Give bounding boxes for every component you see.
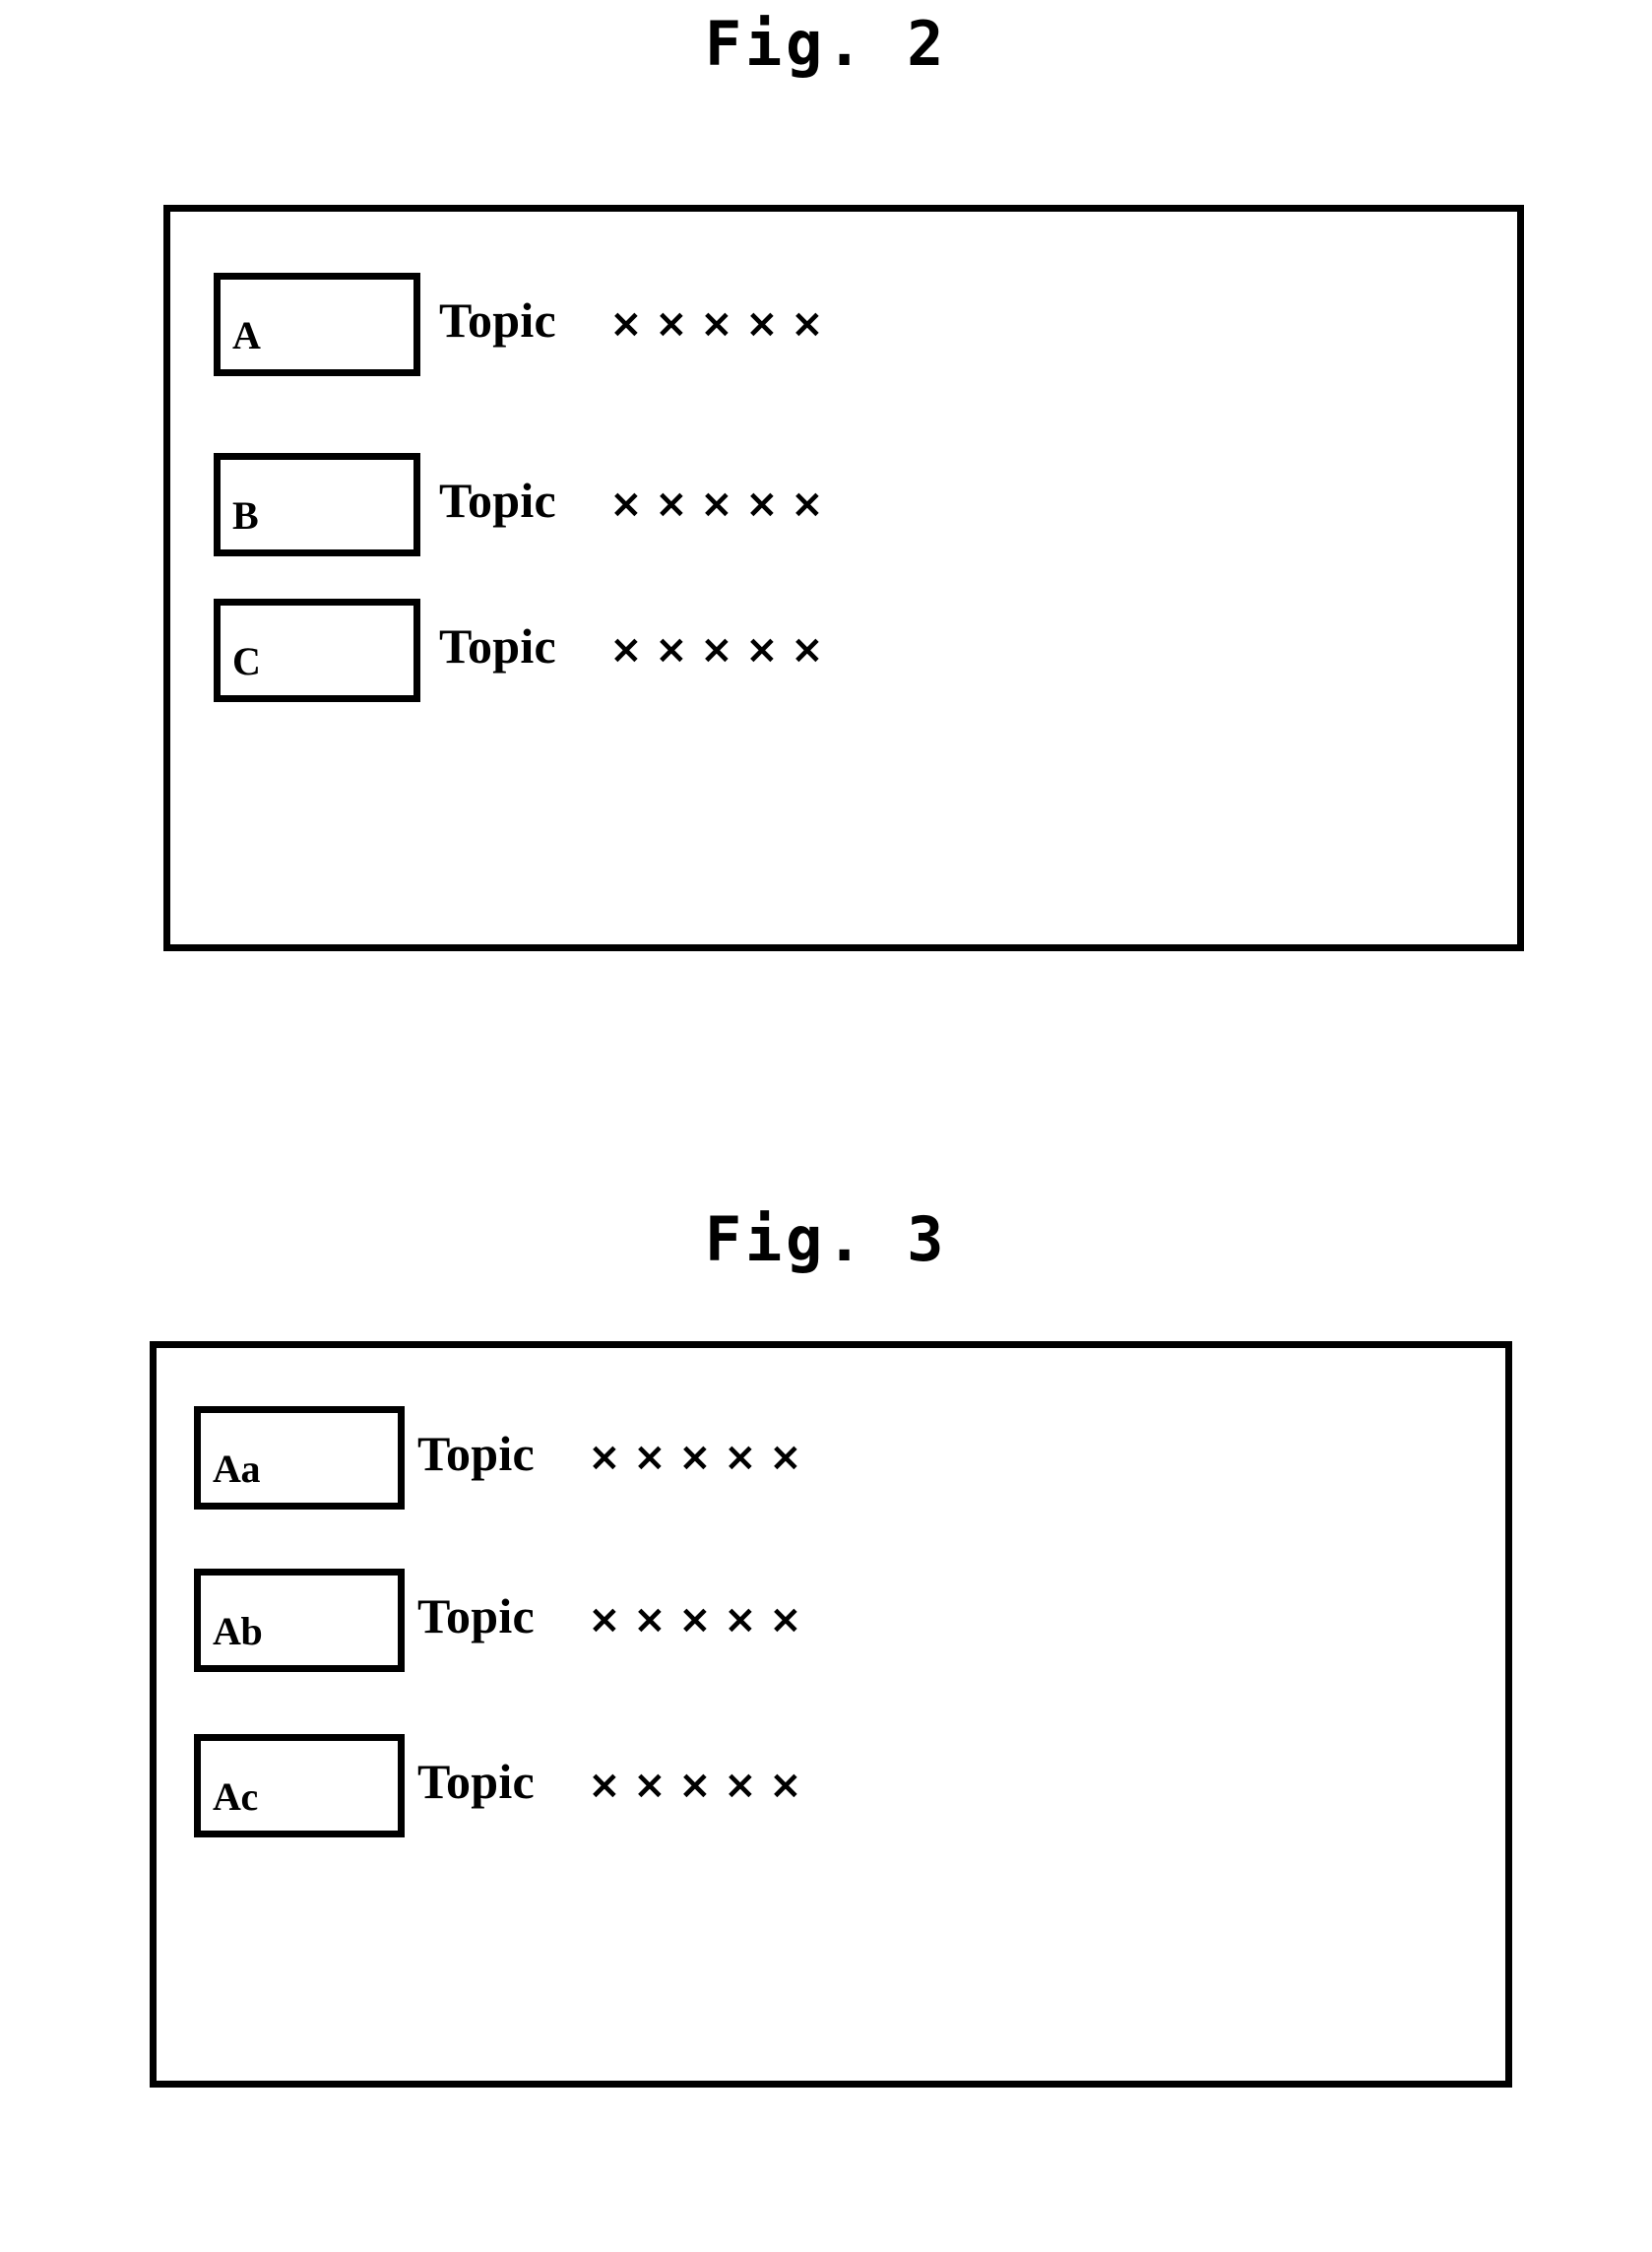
figure-3-item-label-ab: Ab	[213, 1609, 263, 1653]
figure-2-row-2: B Topic × × × × ×	[170, 453, 1517, 559]
figure-3-row-3-marks: × × × × ×	[582, 1758, 808, 1813]
cross-icon: ×	[700, 301, 733, 347]
cross-icon: ×	[678, 1597, 712, 1642]
cross-icon: ×	[700, 627, 733, 673]
cross-icon: ×	[678, 1763, 712, 1808]
cross-icon: ×	[588, 1763, 621, 1808]
figure-2-row-1-text: Topic × × × × ×	[439, 292, 830, 352]
figure-3-item-box-ab[interactable]: Ab	[194, 1569, 405, 1672]
cross-icon: ×	[745, 301, 779, 347]
cross-icon: ×	[791, 482, 824, 527]
cross-icon: ×	[633, 1763, 667, 1808]
cross-icon: ×	[724, 1763, 757, 1808]
cross-icon: ×	[678, 1435, 712, 1480]
figure-2-row-1-marks: × × × × ×	[604, 296, 830, 352]
figure-2-item-label-c: C	[232, 639, 261, 683]
figure-2-item-box-b[interactable]: B	[214, 453, 420, 556]
figure-3-row-1: Aa Topic × × × × ×	[157, 1406, 1505, 1512]
cross-icon: ×	[745, 627, 779, 673]
figure-2-topic-label-1: Topic	[439, 292, 556, 348]
cross-icon: ×	[769, 1597, 802, 1642]
figure-2-row-3: C Topic × × × × ×	[170, 599, 1517, 705]
figure-3-item-box-aa[interactable]: Aa	[194, 1406, 405, 1510]
cross-icon: ×	[655, 627, 688, 673]
cross-icon: ×	[609, 627, 643, 673]
cross-icon: ×	[745, 482, 779, 527]
cross-icon: ×	[588, 1435, 621, 1480]
figure-3-caption: Fig. 3	[704, 1203, 948, 1275]
figure-3-item-label-aa: Aa	[213, 1447, 261, 1491]
figure-3-item-box-ac[interactable]: Ac	[194, 1734, 405, 1837]
figure-3-row-1-text: Topic × × × × ×	[417, 1426, 808, 1485]
cross-icon: ×	[700, 482, 733, 527]
cross-icon: ×	[588, 1597, 621, 1642]
figure-3-row-3: Ac Topic × × × × ×	[157, 1734, 1505, 1840]
cross-icon: ×	[655, 482, 688, 527]
figure-3-topic-label-2: Topic	[417, 1588, 535, 1643]
figure-2-topic-label-3: Topic	[439, 618, 556, 674]
figure-2-row-1: A Topic × × × × ×	[170, 273, 1517, 379]
figure-3-row-2-marks: × × × × ×	[582, 1592, 808, 1647]
figure-2-caption: Fig. 2	[704, 8, 948, 80]
figure-3-row-3-text: Topic × × × × ×	[417, 1754, 808, 1813]
figure-sheet: Fig. 2 A Topic × × × × × B Topic × × × ×…	[0, 0, 1652, 2252]
cross-icon: ×	[633, 1597, 667, 1642]
figure-3-row-1-marks: × × × × ×	[582, 1430, 808, 1485]
figure-2-row-2-text: Topic × × × × ×	[439, 473, 830, 532]
figure-3-topic-label-1: Topic	[417, 1426, 535, 1481]
cross-icon: ×	[609, 482, 643, 527]
cross-icon: ×	[633, 1435, 667, 1480]
figure-3-row-2-text: Topic × × × × ×	[417, 1588, 808, 1647]
cross-icon: ×	[769, 1763, 802, 1808]
figure-3-item-label-ac: Ac	[213, 1774, 258, 1819]
figure-2-item-box-a[interactable]: A	[214, 273, 420, 376]
figure-2-outer-frame: A Topic × × × × × B Topic × × × × × C To…	[163, 205, 1524, 951]
figure-2-item-box-c[interactable]: C	[214, 599, 420, 702]
cross-icon: ×	[769, 1435, 802, 1480]
cross-icon: ×	[791, 301, 824, 347]
figure-2-row-2-marks: × × × × ×	[604, 477, 830, 532]
figure-2-item-label-b: B	[232, 493, 259, 538]
figure-2-topic-label-2: Topic	[439, 473, 556, 528]
cross-icon: ×	[724, 1435, 757, 1480]
figure-2-row-3-marks: × × × × ×	[604, 622, 830, 677]
figure-3-row-2: Ab Topic × × × × ×	[157, 1569, 1505, 1675]
cross-icon: ×	[609, 301, 643, 347]
figure-2-row-list: A Topic × × × × × B Topic × × × × × C To…	[170, 212, 1517, 944]
figure-2-row-3-text: Topic × × × × ×	[439, 618, 830, 677]
figure-2-item-label-a: A	[232, 313, 261, 357]
cross-icon: ×	[791, 627, 824, 673]
cross-icon: ×	[724, 1597, 757, 1642]
figure-3-row-list: Aa Topic × × × × × Ab Topic × × × × × Ac…	[157, 1348, 1505, 2081]
figure-3-topic-label-3: Topic	[417, 1754, 535, 1809]
cross-icon: ×	[655, 301, 688, 347]
figure-3-outer-frame: Aa Topic × × × × × Ab Topic × × × × × Ac…	[150, 1341, 1512, 2088]
